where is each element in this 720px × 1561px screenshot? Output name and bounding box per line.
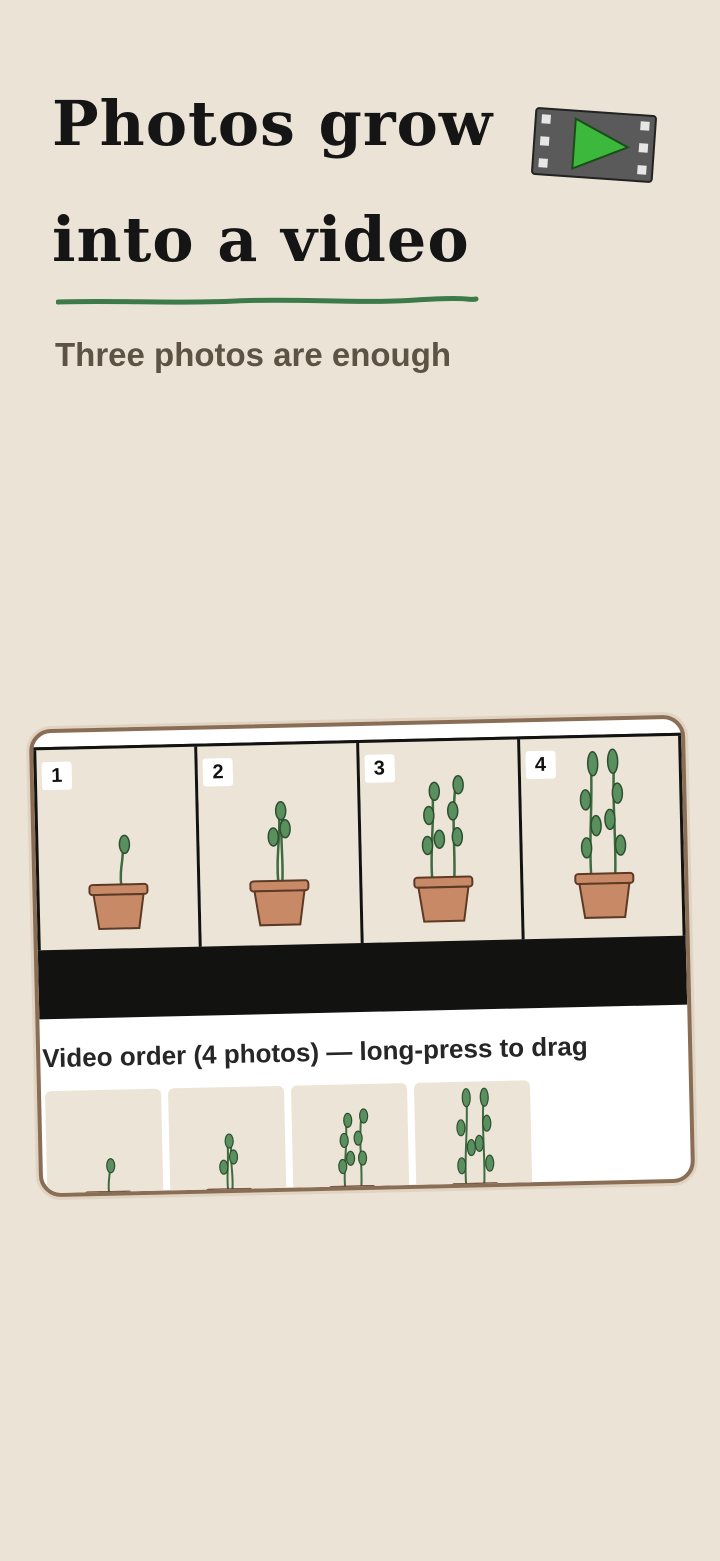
- plant-stage-1-illustration: [88, 834, 149, 930]
- preview-frame: 1: [33, 746, 202, 951]
- video-order-thumbnail[interactable]: [44, 1088, 164, 1198]
- plant-stage-2-thumbnail: [205, 1133, 254, 1198]
- film-play-icon: [531, 107, 657, 183]
- plant-stage-4-illustration: [574, 748, 635, 919]
- headline-line-2: into a video: [52, 203, 470, 276]
- video-order-thumbnail[interactable]: [290, 1083, 410, 1196]
- video-order-label: Video order (4 photos) — long-press to d…: [41, 1030, 589, 1074]
- headline: Photos grow into a video: [52, 66, 512, 298]
- photo-preview-strip: 1 2 3 4: [33, 732, 688, 1020]
- plant-stage-1-thumbnail: [84, 1158, 133, 1198]
- video-order-thumbnail[interactable]: [167, 1085, 287, 1198]
- preview-frame: 3: [358, 739, 525, 943]
- plant-stage-3-thumbnail: [328, 1108, 377, 1196]
- plant-stage-3-illustration: [412, 775, 473, 923]
- plant-stage-4-thumbnail: [451, 1087, 500, 1193]
- video-order-thumbnail[interactable]: [413, 1080, 533, 1193]
- headline-underline: [56, 295, 479, 305]
- preview-frame: 2: [197, 743, 364, 947]
- subtitle: Three photos are enough: [55, 336, 452, 373]
- preview-frame: 4: [519, 735, 686, 940]
- headline-line-1: Photos grow: [52, 87, 494, 160]
- app-preview-card: 1 2 3 4 Video order (4 photos) — long-pr…: [28, 714, 696, 1198]
- video-order-thumbnails: [44, 1080, 533, 1198]
- plant-stage-2-illustration: [249, 801, 310, 927]
